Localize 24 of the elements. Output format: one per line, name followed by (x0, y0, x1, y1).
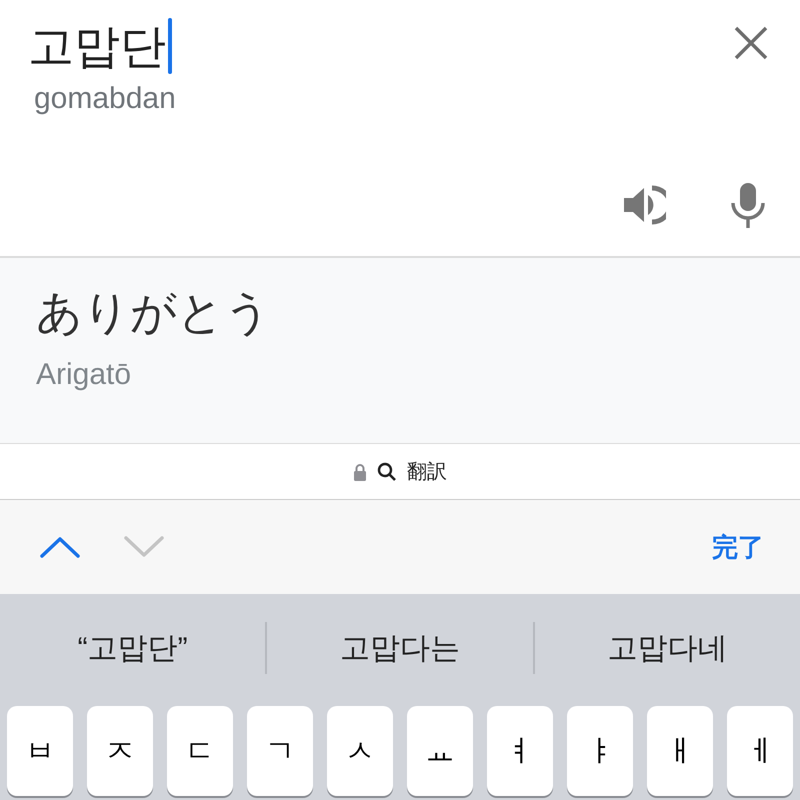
text-cursor (168, 18, 172, 74)
chevron-up-icon[interactable] (40, 536, 80, 558)
translation-romanization: Arigatō (36, 358, 132, 392)
keyboard-key[interactable]: ㅕ (487, 706, 553, 796)
keyboard-key[interactable]: ㄱ (247, 706, 313, 796)
keyboard-key[interactable]: ㅔ (727, 706, 793, 796)
keyboard-key[interactable]: ㅂ (7, 706, 73, 796)
keyboard-key[interactable]: ㅐ (647, 706, 713, 796)
source-romanization: gomabdan (34, 82, 177, 116)
source-text[interactable]: 고맙단 (28, 14, 166, 78)
address-text[interactable]: 翻訳 (407, 458, 447, 485)
keyboard-key[interactable]: ㅈ (87, 706, 153, 796)
suggestion-item[interactable]: 고맙다네 (534, 628, 800, 668)
speaker-icon[interactable] (622, 183, 666, 227)
suggestion-item[interactable]: 고맙다는 (267, 628, 533, 668)
keyboard-key[interactable]: ㅛ (407, 706, 473, 796)
close-icon[interactable] (734, 26, 768, 60)
done-button[interactable]: 完了 (712, 530, 764, 564)
keyboard-key[interactable]: ㄷ (167, 706, 233, 796)
keyboard-key[interactable]: ㅑ (567, 706, 633, 796)
keyboard-key[interactable]: ㅅ (327, 706, 393, 796)
translation-text: ありがとう (36, 285, 272, 340)
search-icon (377, 462, 397, 482)
suggestion-item[interactable]: “고맙단” (0, 628, 266, 668)
